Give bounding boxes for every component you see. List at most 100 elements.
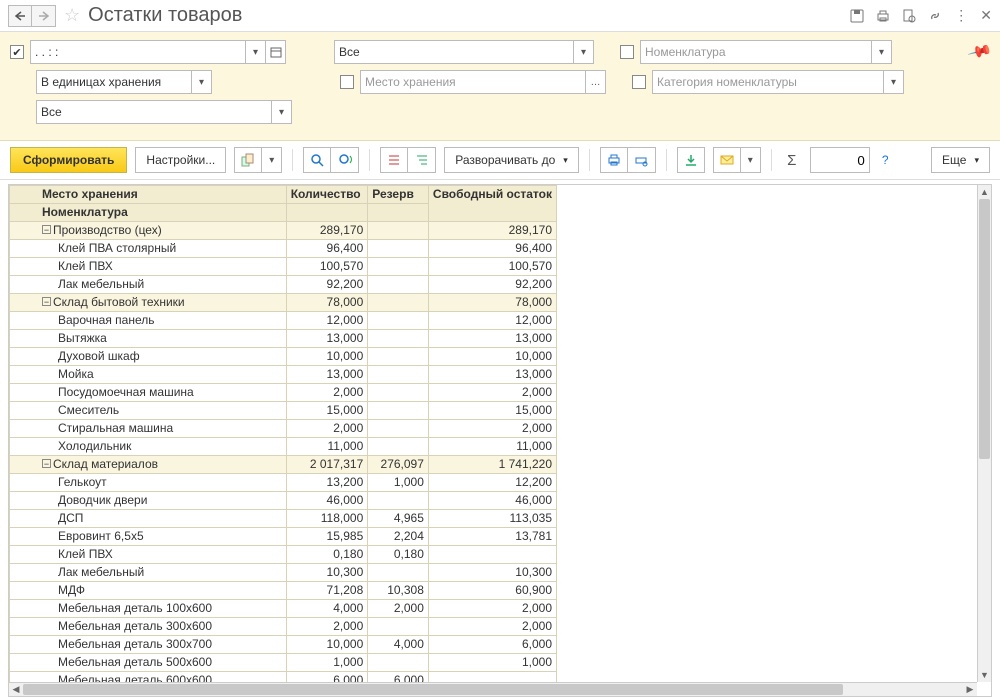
scroll-down-button[interactable]: ▼ — [978, 668, 991, 682]
row-name: Мебельная деталь 500х600 — [58, 655, 212, 669]
storage-field[interactable]: Место хранения — [360, 70, 586, 94]
print-preview-button[interactable] — [628, 147, 656, 173]
close-icon[interactable]: ✕ — [980, 7, 992, 24]
tree-toggle-icon[interactable]: − — [42, 459, 51, 468]
storage-checkbox[interactable] — [340, 75, 354, 89]
table-row[interactable]: Варочная панель12,00012,000 — [10, 312, 557, 330]
scroll-thumb-v[interactable] — [979, 199, 990, 459]
table-row[interactable]: Мебельная деталь 100х6004,0002,0002,000 — [10, 600, 557, 618]
print-button[interactable] — [600, 147, 628, 173]
collapse-button[interactable] — [380, 147, 408, 173]
col-reserve[interactable]: Резерв — [368, 186, 429, 204]
nav-back-button[interactable] — [8, 5, 32, 27]
mail-button[interactable] — [713, 147, 741, 173]
table-row[interactable]: Лак мебельный10,30010,300 — [10, 564, 557, 582]
date-field[interactable]: . . : : — [30, 40, 246, 64]
table-row[interactable]: Доводчик двери46,00046,000 — [10, 492, 557, 510]
cell-reserve — [368, 438, 429, 456]
category-dropdown-button[interactable]: ▾ — [884, 70, 904, 94]
row-name: МДФ — [58, 583, 85, 597]
cell-reserve: 2,204 — [368, 528, 429, 546]
col-free[interactable]: Свободный остаток — [428, 186, 556, 222]
variants-button[interactable] — [234, 147, 262, 173]
table-row[interactable]: Евровинт 6,5х515,9852,20413,781 — [10, 528, 557, 546]
table-row[interactable]: Клей ПВХ0,1800,180 — [10, 546, 557, 564]
cell-qty: 10,000 — [286, 348, 368, 366]
preview-icon[interactable] — [902, 9, 916, 23]
cell-qty: 1,000 — [286, 654, 368, 672]
grid-table[interactable]: Место хранения Количество Резерв Свободн… — [9, 185, 557, 682]
table-row[interactable]: Духовой шкаф10,00010,000 — [10, 348, 557, 366]
nomen-filter-dropdown-button[interactable]: ▾ — [574, 40, 594, 64]
print-icon[interactable] — [876, 9, 890, 23]
nav-fwd-button[interactable] — [32, 5, 56, 27]
table-row[interactable]: Мебельная деталь 600х6006,0006,000 — [10, 672, 557, 683]
units-dropdown-button[interactable]: ▾ — [192, 70, 212, 94]
table-row[interactable]: Гелькоут13,2001,00012,200 — [10, 474, 557, 492]
nomen-dropdown-button[interactable]: ▾ — [872, 40, 892, 64]
category-field[interactable]: Категория номенклатуры — [652, 70, 884, 94]
table-row[interactable]: Лак мебельный92,20092,200 — [10, 276, 557, 294]
date-clear-button[interactable]: ▾ — [246, 40, 266, 64]
table-row[interactable]: Клей ПВХ100,570100,570 — [10, 258, 557, 276]
table-row[interactable]: Клей ПВА столярный96,40096,400 — [10, 240, 557, 258]
table-row[interactable]: Смеситель15,00015,000 — [10, 402, 557, 420]
owner-dropdown-button[interactable]: ▾ — [272, 100, 292, 124]
table-row[interactable]: −Склад материалов2 017,317276,0971 741,2… — [10, 456, 557, 474]
table-row[interactable]: −Производство (цех)289,170289,170 — [10, 222, 557, 240]
scroll-up-button[interactable]: ▲ — [978, 185, 991, 199]
nomen-filter-field[interactable]: Все — [334, 40, 574, 64]
table-row[interactable]: ДСП118,0004,965113,035 — [10, 510, 557, 528]
tree-toggle-icon[interactable]: − — [42, 297, 51, 306]
settings-button[interactable]: Настройки... — [135, 147, 226, 173]
pin-icon[interactable]: 📌 — [966, 38, 993, 65]
cell-free: 100,570 — [428, 258, 556, 276]
storage-select-button[interactable]: … — [586, 70, 606, 94]
date-checkbox[interactable]: ✔ — [10, 45, 24, 59]
find-next-button[interactable] — [331, 147, 359, 173]
col-storage[interactable]: Место хранения — [10, 186, 287, 204]
category-checkbox[interactable] — [632, 75, 646, 89]
star-icon[interactable]: ☆ — [64, 5, 80, 26]
row-name: Мойка — [58, 367, 94, 381]
table-row[interactable]: Мебельная деталь 500х6001,0001,000 — [10, 654, 557, 672]
nomen-checkbox[interactable] — [620, 45, 634, 59]
find-button[interactable] — [303, 147, 331, 173]
more-icon[interactable]: ⋮ — [954, 7, 968, 24]
expand-to-button[interactable]: Разворачивать до▾ — [444, 147, 579, 173]
more-button[interactable]: Еще▾ — [931, 147, 990, 173]
mail-dropdown-button[interactable]: ▾ — [741, 147, 761, 173]
table-row[interactable]: Мебельная деталь 300х6002,0002,000 — [10, 618, 557, 636]
table-row[interactable]: Холодильник11,00011,000 — [10, 438, 557, 456]
cell-qty: 46,000 — [286, 492, 368, 510]
link-icon[interactable] — [928, 9, 942, 23]
scroll-right-button[interactable]: ▶ — [963, 683, 977, 696]
sum-input[interactable] — [810, 147, 870, 173]
scroll-thumb-h[interactable] — [23, 684, 843, 695]
vertical-scrollbar[interactable]: ▲ ▼ — [977, 185, 991, 682]
cell-free: 1 741,220 — [428, 456, 556, 474]
table-row[interactable]: Мебельная деталь 300х70010,0004,0006,000 — [10, 636, 557, 654]
table-row[interactable]: −Склад бытовой техники78,00078,000 — [10, 294, 557, 312]
save-icon[interactable] — [850, 9, 864, 23]
variants-dropdown-button[interactable]: ▾ — [262, 147, 282, 173]
table-row[interactable]: Вытяжка13,00013,000 — [10, 330, 557, 348]
table-row[interactable]: МДФ71,20810,30860,900 — [10, 582, 557, 600]
table-row[interactable]: Стиральная машина2,0002,000 — [10, 420, 557, 438]
col-nomen[interactable]: Номенклатура — [10, 204, 287, 222]
save-file-button[interactable] — [677, 147, 705, 173]
table-row[interactable]: Мойка13,00013,000 — [10, 366, 557, 384]
expand-button[interactable] — [408, 147, 436, 173]
date-picker-button[interactable] — [266, 40, 286, 64]
table-row[interactable]: Посудомоечная машина2,0002,000 — [10, 384, 557, 402]
form-button[interactable]: Сформировать — [10, 147, 127, 173]
nomen-field[interactable]: Номенклатура — [640, 40, 872, 64]
owner-field[interactable]: Все — [36, 100, 272, 124]
col-qty[interactable]: Количество — [286, 186, 368, 204]
expand-to-label: Разворачивать до — [455, 153, 555, 167]
horizontal-scrollbar[interactable]: ◀ ▶ — [9, 682, 977, 696]
tree-toggle-icon[interactable]: − — [42, 225, 51, 234]
scroll-left-button[interactable]: ◀ — [9, 683, 23, 696]
help-icon[interactable]: ? — [882, 153, 889, 167]
units-field[interactable]: В единицах хранения — [36, 70, 192, 94]
